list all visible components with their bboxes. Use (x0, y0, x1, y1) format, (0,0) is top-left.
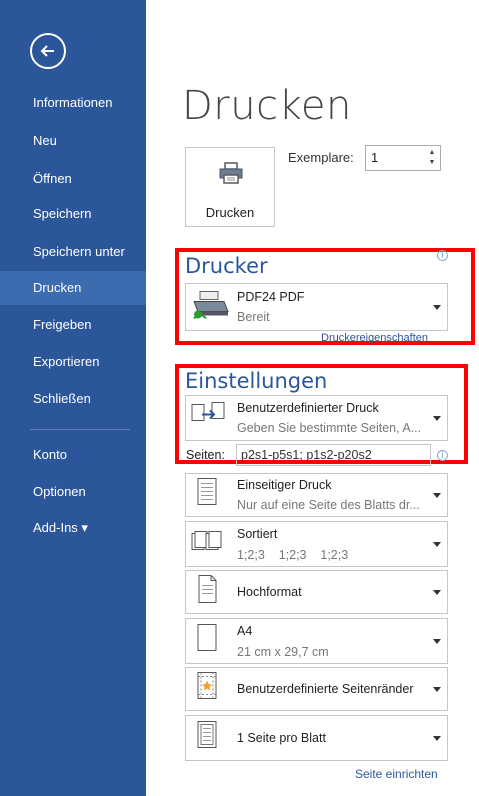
chevron-down-icon (433, 687, 441, 692)
sides-dropdown[interactable]: Einseitiger Druck Nur auf eine Seite des… (185, 473, 448, 517)
back-arrow-icon[interactable] (30, 33, 66, 69)
chevron-down-icon (433, 542, 441, 547)
nav-item-add-ins[interactable]: Add-Ins ▾ (0, 511, 146, 545)
nav-item-freigeben[interactable]: Freigeben (0, 308, 146, 342)
portrait-icon (190, 574, 224, 611)
nav-item-drucken[interactable]: Drucken (0, 271, 146, 305)
copies-value: 1 (371, 150, 379, 165)
nav-item-schliessen[interactable]: Schließen (0, 382, 146, 416)
pages-per-sheet-dropdown[interactable]: 1 Seite pro Blatt (185, 715, 448, 761)
nav-divider (30, 429, 130, 430)
settings-section-title: Einstellungen (185, 369, 328, 393)
pages-label: Seiten: (186, 448, 225, 462)
print-range-dropdown[interactable]: Benutzerdefinierter Druck Geben Sie best… (185, 395, 448, 441)
collate-dropdown[interactable]: Sortiert 1;2;3 1;2;3 1;2;3 (185, 521, 448, 567)
chevron-down-icon (433, 493, 441, 498)
printer-name: PDF24 PDF (237, 290, 305, 304)
printer-icon (219, 162, 243, 184)
sides-title: Einseitiger Druck (237, 478, 332, 492)
info-icon[interactable]: i (437, 250, 448, 261)
printer-dropdown[interactable]: PDF24 PDF Bereit (185, 283, 448, 331)
chevron-down-icon (433, 416, 441, 421)
copies-label: Exemplare: (288, 150, 354, 165)
printer-properties-link[interactable]: Druckereigenschaften (321, 332, 428, 344)
margins-title: Benutzerdefinierte Seitenränder (237, 682, 414, 696)
paper-size-title: A4 (237, 624, 253, 638)
print-button[interactable]: Drucken (185, 147, 275, 227)
print-range-title: Benutzerdefinierter Druck (237, 401, 379, 415)
nav-item-speichern[interactable]: Speichern (0, 197, 146, 231)
paper-size-subtitle: 21 cm x 29,7 cm (237, 645, 329, 659)
nav-item-speichern-unter[interactable]: Speichern unter (0, 235, 146, 269)
collate-subtitle: 1;2;3 1;2;3 1;2;3 (237, 548, 349, 562)
collated-icon (190, 530, 224, 559)
print-range-subtitle: Geben Sie bestimmte Seiten, A... (237, 421, 422, 435)
chevron-down-icon (433, 639, 441, 644)
printer-device-icon (190, 288, 230, 327)
one-page-per-sheet-icon (190, 720, 224, 757)
page-setup-link[interactable]: Seite einrichten (355, 767, 438, 781)
printer-section-title: Drucker (185, 254, 268, 278)
orientation-dropdown[interactable]: Hochformat (185, 570, 448, 614)
page-title: Drucken (182, 83, 352, 129)
spin-up-icon[interactable]: ▲ (428, 149, 436, 157)
nav-item-optionen[interactable]: Optionen (0, 475, 146, 509)
margins-dropdown[interactable]: Benutzerdefinierte Seitenränder (185, 667, 448, 711)
chevron-down-icon (433, 736, 441, 741)
nav-item-neu[interactable]: Neu (0, 124, 146, 158)
printer-status: Bereit (237, 310, 270, 324)
copies-spinner[interactable]: 1 ▲ ▼ (365, 145, 441, 171)
print-button-label: Drucken (205, 205, 255, 220)
nav-item-konto[interactable]: Konto (0, 438, 146, 472)
backstage-sidebar: Informationen Neu Öffnen Speichern Speic… (0, 0, 146, 796)
paper-a4-icon (190, 623, 224, 660)
pages-input[interactable]: p2s1-p5s1; p1s2-p20s2 (236, 444, 431, 466)
custom-print-icon (190, 401, 228, 436)
chevron-down-icon (433, 305, 441, 310)
paper-size-dropdown[interactable]: A4 21 cm x 29,7 cm (185, 618, 448, 664)
chevron-down-icon (433, 590, 441, 595)
pages-per-sheet-title: 1 Seite pro Blatt (237, 731, 326, 745)
info-icon[interactable]: i (437, 450, 448, 461)
collate-title: Sortiert (237, 527, 278, 541)
nav-item-informationen[interactable]: Informationen (0, 86, 146, 120)
custom-margins-icon (190, 671, 224, 708)
spin-down-icon[interactable]: ▼ (428, 159, 436, 167)
nav-item-oeffnen[interactable]: Öffnen (0, 162, 146, 196)
sides-subtitle: Nur auf eine Seite des Blatts dr... (237, 498, 420, 512)
nav-item-exportieren[interactable]: Exportieren (0, 345, 146, 379)
single-sided-icon (190, 477, 224, 514)
orientation-title: Hochformat (237, 585, 302, 599)
